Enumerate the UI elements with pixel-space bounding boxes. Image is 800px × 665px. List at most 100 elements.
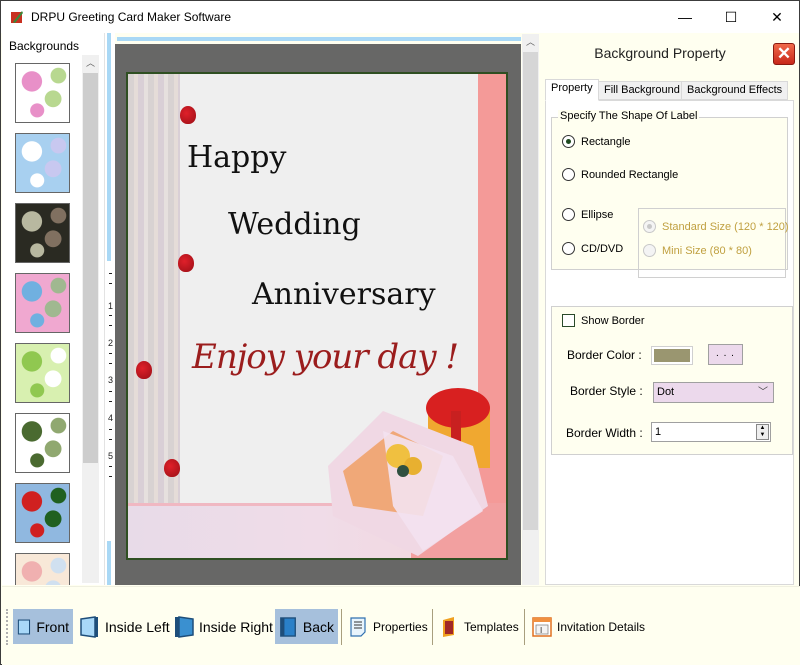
- stepper-value: 1: [655, 426, 662, 438]
- invitation-details-icon: I: [532, 616, 552, 637]
- border-color-label: Border Color :: [567, 348, 642, 362]
- tab-fill-background[interactable]: Fill Background: [598, 81, 686, 100]
- radio-checked-icon: [562, 135, 575, 148]
- front-page-icon: [17, 619, 31, 634]
- radio-unchecked-icon: [562, 168, 575, 181]
- tab-property[interactable]: Property: [545, 79, 599, 101]
- canvas-scrollbar[interactable]: ︿: [522, 34, 539, 585]
- rose-icon: [164, 459, 180, 477]
- background-thumbnail-roses-dark[interactable]: [15, 203, 70, 263]
- radio-unchecked-icon: [643, 244, 656, 257]
- toolbar-separator: [341, 609, 342, 645]
- radio-label: Ellipse: [581, 208, 614, 221]
- bottom-toolbar: Front Inside Left Inside Right Back Prop…: [2, 586, 800, 665]
- button-label: Inside Left: [105, 618, 170, 635]
- border-width-stepper[interactable]: 1 ▲ ▼: [651, 422, 771, 442]
- inside-left-page-icon: [80, 615, 98, 638]
- background-thumbnail-holly-ornament[interactable]: [15, 413, 70, 473]
- cd-size-group: Standard Size (120 * 120) Mini Size (80 …: [638, 208, 789, 278]
- background-thumbnail-list: [2, 55, 82, 585]
- background-thumbnail-baby-pattern[interactable]: [15, 63, 70, 123]
- card-left-stripe: [128, 74, 180, 558]
- border-style-select[interactable]: Dot ﹀: [653, 382, 774, 403]
- app-window: DRPU Greeting Card Maker Software — ☐ ✕ …: [0, 0, 800, 665]
- border-color-swatch[interactable]: [651, 346, 693, 365]
- properties-button[interactable]: Properties: [345, 609, 432, 644]
- background-thumbnail-santa-pattern[interactable]: [15, 483, 70, 543]
- invitation-details-button[interactable]: I Invitation Details: [527, 609, 649, 644]
- back-button[interactable]: Back: [275, 609, 338, 644]
- minimize-icon: —: [678, 9, 692, 25]
- radio-checked-icon: [643, 220, 656, 233]
- tab-background-effects[interactable]: Background Effects: [681, 81, 789, 100]
- rose-icon: [180, 106, 196, 124]
- window-title: DRPU Greeting Card Maker Software: [31, 10, 232, 24]
- properties-document-icon: [350, 616, 366, 637]
- close-panel-button[interactable]: ✕: [773, 43, 795, 65]
- radio-rounded-rectangle[interactable]: Rounded Rectangle: [562, 168, 678, 181]
- panel-title: Background Property: [594, 45, 726, 61]
- checkbox-label: Show Border: [581, 314, 645, 327]
- checkbox-unchecked-icon: [562, 314, 575, 327]
- ruler-label: 3: [108, 375, 114, 385]
- card-text-happy[interactable]: Happy: [187, 140, 286, 175]
- card-text-anniversary[interactable]: Anniversary: [252, 277, 436, 312]
- scrollbar-thumb[interactable]: [523, 52, 538, 530]
- close-window-button[interactable]: ✕: [754, 1, 800, 33]
- scroll-up-icon[interactable]: ︿: [82, 55, 99, 72]
- card-text-wedding[interactable]: Wedding: [228, 207, 361, 242]
- inside-left-button[interactable]: Inside Left: [75, 609, 174, 644]
- backgrounds-panel: Backgrounds ︿: [2, 33, 105, 585]
- toolbar-grip[interactable]: [6, 609, 8, 645]
- scroll-up-icon[interactable]: ︿: [522, 34, 539, 51]
- app-logo-icon: [11, 11, 23, 23]
- background-thumbnail-clouds[interactable]: [15, 133, 70, 193]
- show-border-checkbox[interactable]: Show Border: [562, 314, 645, 327]
- ruler-label: 2: [108, 338, 114, 348]
- card-text-script[interactable]: Enjoy your day !: [192, 337, 459, 377]
- horizontal-ruler: [117, 37, 521, 41]
- background-thumbnail-stripes-pastel[interactable]: [15, 553, 70, 585]
- toolbar-separator: [524, 609, 525, 645]
- maximize-button[interactable]: ☐: [708, 1, 754, 33]
- minimize-button[interactable]: —: [662, 1, 708, 33]
- svg-text:I: I: [540, 626, 542, 635]
- border-style-label: Border Style :: [570, 384, 643, 398]
- greeting-card-preview[interactable]: Happy Wedding Anniversary Enjoy your day…: [126, 72, 508, 560]
- scrollbar-thumb[interactable]: [83, 73, 98, 463]
- gift-box-image: [328, 388, 490, 556]
- thumbnail-scrollbar[interactable]: ︿: [82, 55, 99, 583]
- button-label: Inside Right: [199, 618, 273, 635]
- inside-right-button[interactable]: Inside Right: [169, 609, 277, 644]
- back-page-icon: [280, 616, 296, 637]
- spin-arrows-icon[interactable]: ▲ ▼: [756, 424, 769, 440]
- backgrounds-title: Backgrounds: [9, 39, 79, 53]
- button-label: Back: [302, 618, 334, 635]
- radio-label: Rectangle: [581, 135, 631, 148]
- templates-button[interactable]: Templates: [436, 609, 523, 644]
- title-bar: DRPU Greeting Card Maker Software — ☐ ✕: [1, 1, 799, 33]
- property-tab-content: Specify The Shape Of Label Rectangle Rou…: [545, 100, 794, 585]
- radio-unchecked-icon: [562, 208, 575, 221]
- vertical-ruler: 1 2 3 4 5: [105, 33, 115, 585]
- background-thumbnail-flowers-pink-blue[interactable]: [15, 273, 70, 333]
- radio-cd-dvd[interactable]: CD/DVD: [562, 242, 623, 255]
- rose-icon: [136, 361, 152, 379]
- ruler-label: 4: [108, 413, 114, 423]
- close-icon: ✕: [776, 44, 792, 63]
- background-thumbnail-pine-trees[interactable]: [15, 343, 70, 403]
- radio-ellipse[interactable]: Ellipse: [562, 208, 613, 221]
- inside-right-page-icon: [175, 615, 194, 638]
- close-icon: ✕: [771, 8, 783, 25]
- button-label: Templates: [464, 619, 519, 634]
- background-property-panel: Background Property ✕ Property Fill Back…: [540, 34, 799, 585]
- rose-icon: [178, 254, 194, 272]
- border-width-label: Border Width :: [566, 426, 643, 440]
- toolbar-separator: [432, 609, 433, 645]
- radio-rectangle[interactable]: Rectangle: [562, 135, 631, 148]
- select-value: Dot: [657, 386, 675, 398]
- ruler-label: 5: [108, 451, 114, 461]
- choose-color-button[interactable]: . . .: [708, 344, 743, 365]
- front-button[interactable]: Front: [13, 609, 73, 644]
- button-label: Invitation Details: [557, 619, 646, 634]
